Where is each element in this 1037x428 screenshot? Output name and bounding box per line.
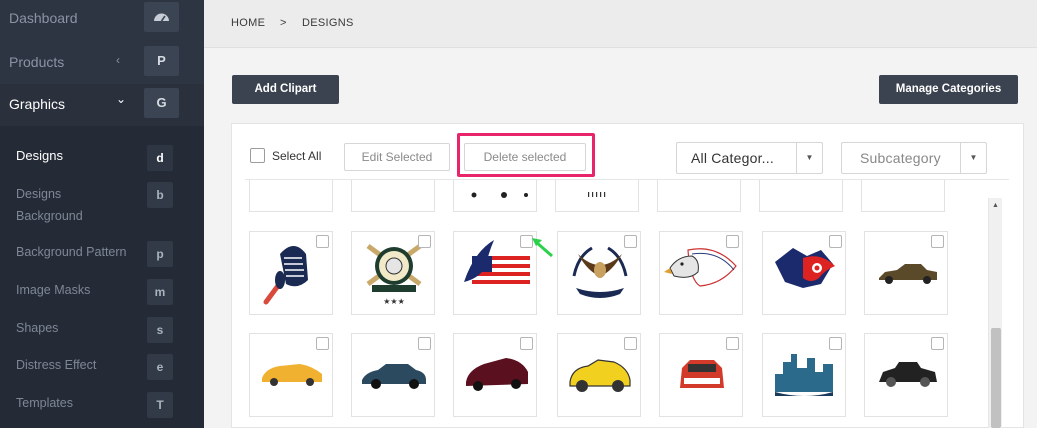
sidebar-item-label: Designs: [16, 187, 62, 201]
clipart-tile[interactable]: [453, 180, 537, 212]
chevron-down-icon: ⌄: [116, 92, 127, 106]
clipart-tile-eagle-wreath[interactable]: [557, 231, 641, 315]
clipart-tile-eagle-flag[interactable]: [453, 231, 537, 315]
category-select-value: All Categor...: [691, 150, 774, 166]
tile-checkbox[interactable]: [316, 235, 329, 248]
sidebar-item-label: Image Masks: [16, 283, 91, 297]
sidebar-item-badge: m: [147, 279, 173, 305]
clipart-tile-vintage-car[interactable]: [864, 333, 948, 417]
add-clipart-button[interactable]: Add Clipart: [232, 75, 339, 104]
clipart-tile[interactable]: [555, 180, 639, 212]
tile-checkbox[interactable]: [931, 337, 944, 350]
delete-selected-highlight: [457, 133, 595, 177]
svg-text:★★★: ★★★: [383, 297, 405, 306]
select-all-checkbox[interactable]: [250, 148, 265, 163]
clipart-tile[interactable]: [249, 180, 333, 212]
nav-dashboard[interactable]: Dashboard: [0, 0, 204, 42]
tile-checkbox[interactable]: [520, 337, 533, 350]
nav-graphics[interactable]: Graphics ⌄ G: [0, 84, 204, 126]
sidebar-item-label: Templates: [16, 396, 73, 410]
sidebar-item-badge: s: [147, 317, 173, 343]
clipart-tile[interactable]: [657, 180, 741, 212]
sidebar-item-badge: e: [147, 354, 173, 380]
green-arrow-annotation: [532, 238, 553, 258]
clipart-tile[interactable]: [351, 180, 435, 212]
tile-checkbox[interactable]: [624, 337, 637, 350]
breadcrumb: HOME > DESIGNS: [204, 0, 1037, 48]
sidebar-item-label: Distress Effect: [16, 358, 97, 372]
clipart-tile-muscle-car[interactable]: [453, 333, 537, 417]
graphics-submenu: [0, 126, 204, 428]
clipart-tile[interactable]: [861, 180, 945, 212]
nav-products-label: Products: [9, 54, 65, 70]
tile-checkbox[interactable]: [418, 235, 431, 248]
sidebar-item-badge: d: [147, 145, 173, 171]
breadcrumb-separator: >: [280, 17, 287, 29]
clipart-tile-baseball-emblem[interactable]: ★★★: [351, 231, 435, 315]
select-all-label[interactable]: Select All: [272, 149, 321, 163]
tile-checkbox[interactable]: [931, 235, 944, 248]
sidebar-item-label-line2: Background: [16, 209, 83, 223]
chevron-left-icon: ‹: [116, 53, 120, 67]
breadcrumb-current: DESIGNS: [302, 17, 354, 29]
caret-down-icon[interactable]: ▼: [796, 143, 822, 173]
clipart-tile-eagle-head-flag[interactable]: [659, 231, 743, 315]
nav-dashboard-label: Dashboard: [9, 10, 78, 26]
partial-row: [245, 180, 985, 213]
tile-checkbox[interactable]: [829, 235, 842, 248]
clipart-tile-red-car-front[interactable]: [659, 333, 743, 417]
tile-checkbox[interactable]: [316, 337, 329, 350]
sidebar-item-label: Designs: [16, 148, 63, 163]
clipart-tile-sports-car[interactable]: [249, 333, 333, 417]
scroll-up-arrow-icon[interactable]: ▲: [992, 202, 999, 209]
subcategory-select-value: Subcategory: [860, 150, 941, 166]
caret-down-icon[interactable]: ▼: [960, 143, 986, 173]
nav-graphics-label: Graphics: [9, 96, 66, 112]
nav-products[interactable]: Products ‹ P: [0, 42, 204, 84]
tile-checkbox[interactable]: [726, 337, 739, 350]
tile-checkbox[interactable]: [829, 337, 842, 350]
subcategory-select[interactable]: Subcategory ▼: [841, 142, 987, 174]
sidebar: Dashboard Products ‹ P Graphics ⌄ G Desi…: [0, 0, 204, 428]
tile-checkbox[interactable]: [726, 235, 739, 248]
sidebar-item-badge: T: [147, 392, 173, 418]
clipart-tile-classic-car[interactable]: [864, 231, 948, 315]
tile-checkbox[interactable]: [624, 235, 637, 248]
clipart-tile-city-skyline[interactable]: [762, 333, 846, 417]
sidebar-item-badge: p: [147, 241, 173, 267]
category-select[interactable]: All Categor... ▼: [676, 142, 823, 174]
graphics-badge: G: [144, 88, 179, 118]
sidebar-item-label: Shapes: [16, 321, 59, 335]
dashboard-gauge-icon: [144, 2, 179, 32]
grid-scrollbar[interactable]: ▲: [988, 198, 1002, 428]
breadcrumb-home[interactable]: HOME: [231, 17, 265, 29]
clipart-tile-flaming-star[interactable]: [762, 231, 846, 315]
products-badge: P: [144, 46, 179, 76]
manage-categories-button[interactable]: Manage Categories: [879, 75, 1018, 104]
sidebar-item-label: Background Pattern: [16, 245, 127, 259]
clipart-tile-sedan-car[interactable]: [351, 333, 435, 417]
sidebar-item-badge: b: [147, 182, 173, 208]
clipart-tile[interactable]: [759, 180, 843, 212]
clipart-tile-cartoon-car[interactable]: [557, 333, 641, 417]
tile-checkbox[interactable]: [418, 337, 431, 350]
edit-selected-button[interactable]: Edit Selected: [344, 143, 450, 171]
clipart-tile-baseball-glove[interactable]: [249, 231, 333, 315]
scroll-thumb[interactable]: [991, 328, 1001, 428]
